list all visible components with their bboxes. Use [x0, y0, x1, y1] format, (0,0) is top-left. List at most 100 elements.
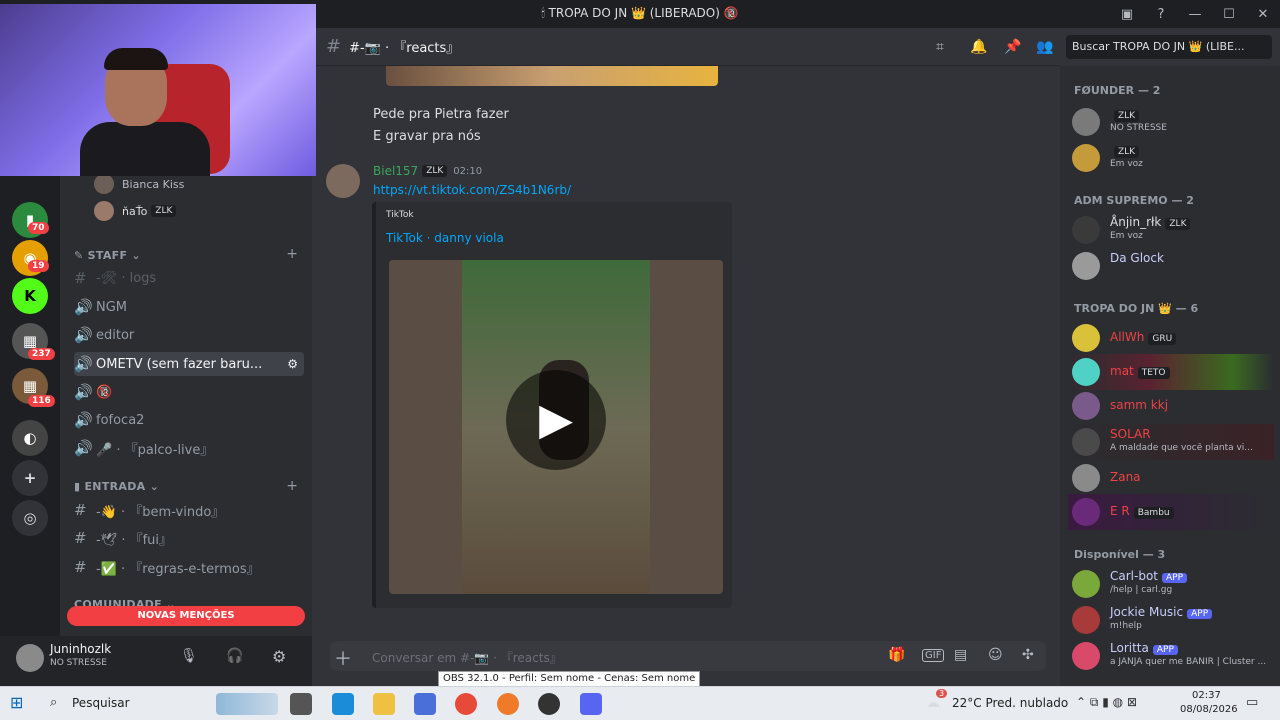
member-item[interactable]: Ånjin_rłk ZLK Em voz	[1068, 212, 1274, 248]
chrome-icon[interactable]	[455, 693, 477, 715]
help-icon[interactable]: ?	[1144, 7, 1178, 22]
category-entrada[interactable]: ▮ ENTRADA ⌄	[74, 480, 159, 493]
member-status: Em voz	[1110, 159, 1143, 169]
channel-item[interactable]: # -🕊 · 『fui』	[74, 526, 304, 550]
member-name: Da Glock	[1110, 251, 1164, 265]
member-item[interactable]: ZLK Em voz	[1068, 140, 1274, 176]
member-status: a JANJA quer me BANIR | Cluster ...	[1110, 657, 1267, 667]
message-composer[interactable]: ＋ Conversar em #-📷 · 『reacts』 🎁 GIF ▤ ☺ …	[330, 641, 1046, 671]
voice-user[interactable]: ňaŤo ZLK	[94, 199, 312, 223]
gif-icon[interactable]: GIF	[922, 649, 945, 662]
clan-tag: ZLK	[151, 205, 177, 217]
server-icon-3[interactable]: ◐	[12, 420, 48, 456]
weather-text[interactable]: 22°C Pred. nublado	[952, 696, 1068, 710]
speaker-icon: 🔊	[74, 298, 93, 316]
search-input[interactable]: Buscar TROPA DO JN 👑 (LIBE...	[1066, 35, 1272, 59]
kick-server-icon[interactable]: K	[12, 278, 48, 314]
member-group-header: Disponível — 3	[1074, 548, 1166, 561]
add-attachment-icon[interactable]: ＋	[334, 645, 352, 671]
new-mentions-banner[interactable]: NOVAS MENÇÕES	[67, 606, 305, 626]
member-item[interactable]: ZLK NO STRESSE	[1068, 104, 1274, 140]
user-status: NO STRESSE	[50, 658, 107, 668]
inbox-icon[interactable]: ▣	[1110, 7, 1144, 22]
close-icon[interactable]: ✕	[1246, 7, 1280, 22]
search-highlight-image	[216, 693, 278, 715]
discord-icon[interactable]	[580, 693, 602, 715]
channel-item[interactable]: # -👋 · 『bem-vindo』	[74, 498, 304, 522]
previous-image[interactable]	[386, 66, 718, 86]
avatar	[1072, 108, 1100, 136]
avatar[interactable]	[16, 644, 44, 672]
bell-icon[interactable]: 🔔	[970, 39, 987, 55]
timestamp: 02:10	[453, 165, 483, 177]
speaker-icon: 🔊	[74, 383, 93, 401]
add-channel-icon[interactable]: +	[286, 246, 298, 262]
pin-icon[interactable]: 📌	[1004, 39, 1021, 55]
member-item[interactable]: AllWh GRU	[1068, 320, 1274, 356]
search-icon[interactable]: ⌕	[50, 695, 57, 710]
channel-item[interactable]: 🔊 fofoca2	[74, 408, 304, 432]
member-item[interactable]: Da Glock	[1068, 248, 1274, 284]
member-item[interactable]: mat TETO	[1068, 354, 1274, 390]
member-status: A maldade que você planta vi...	[1110, 443, 1253, 453]
speaker-icon: 🔊	[74, 326, 93, 344]
minimize-icon[interactable]: —	[1178, 7, 1212, 22]
gift-icon[interactable]: 🎁	[888, 647, 905, 663]
members-icon[interactable]: 👥	[1036, 39, 1053, 55]
add-channel-icon[interactable]: +	[286, 478, 298, 494]
sticker-icon[interactable]: ▤	[954, 647, 967, 663]
notification-icon[interactable]: ▭	[1246, 695, 1258, 710]
channel-item[interactable]: 🔊 🔞	[74, 380, 304, 404]
member-item[interactable]: Zana	[1068, 460, 1274, 496]
channel-item[interactable]: 🔊 NGM	[74, 295, 304, 319]
video-thumbnail[interactable]: ▶	[389, 260, 723, 594]
threads-icon[interactable]: ⌗	[936, 39, 944, 55]
microphone-icon[interactable]: 🎙	[180, 648, 198, 664]
member-name: samm kkj	[1110, 398, 1169, 412]
speaker-icon: 🔊	[74, 439, 93, 457]
member-item[interactable]: Carl-bot APP /help | carl.gg	[1068, 566, 1274, 602]
clock-date[interactable]: 08/08/2026	[1180, 704, 1238, 715]
settings-icon[interactable]: ⚙	[287, 357, 298, 371]
author-name[interactable]: Biel157	[373, 164, 418, 178]
channel-item[interactable]: # -🛠 · logs	[74, 266, 304, 290]
message-link[interactable]: https://vt.tiktok.com/ZS4b1N6rb/	[373, 183, 571, 197]
channel-item[interactable]: # -✅ · 『regras-e-termos』	[74, 555, 304, 579]
member-item[interactable]: samm kkj	[1068, 388, 1274, 424]
member-item[interactable]: Jockie Music APP m!help	[1068, 602, 1274, 638]
member-item[interactable]: SOLAR A maldade que você planta vi...	[1068, 424, 1274, 460]
member-item[interactable]: E R Bambu	[1068, 494, 1274, 530]
discover-icon[interactable]: ◎	[12, 500, 48, 536]
obs-icon[interactable]	[538, 693, 560, 715]
taskbar-search-label[interactable]: Pesquisar	[72, 696, 130, 710]
clock-time[interactable]: 02:37	[1192, 690, 1221, 701]
play-icon[interactable]: ▶	[506, 370, 606, 470]
hash-icon: #	[74, 501, 87, 519]
edge-icon[interactable]	[332, 693, 354, 715]
link-embed: TikTok TikTok · danny viola ▶	[372, 202, 732, 608]
headphones-icon[interactable]: 🎧	[226, 648, 243, 664]
channel-item[interactable]: 🔊 OMETV (sem fazer baru... ⚙	[74, 352, 304, 376]
tray-icons[interactable]: ⌃ ⧉ ▮ ◍ ⊠	[1076, 695, 1137, 710]
maximize-icon[interactable]: ☐	[1212, 7, 1246, 22]
server-badge: 70	[28, 222, 49, 234]
member-name: Zana	[1110, 470, 1141, 484]
file-explorer-icon[interactable]	[373, 693, 395, 715]
windows-start-icon[interactable]: ⊞	[10, 693, 23, 712]
hash-icon: #	[74, 558, 87, 576]
embed-title[interactable]: TikTok · danny viola	[386, 231, 504, 245]
store-icon[interactable]	[414, 693, 436, 715]
channel-item[interactable]: 🔊 🎤 · 『palco-live』	[74, 436, 304, 460]
app-icon[interactable]	[497, 693, 519, 715]
settings-icon[interactable]: ⚙	[272, 647, 286, 666]
add-server-icon[interactable]: +	[12, 460, 48, 496]
member-item[interactable]: Loritta APP a JANJA quer me BANIR | Clust…	[1068, 638, 1274, 674]
obs-tooltip: OBS 32.1.0 - Perfil: Sem nome - Cenas: S…	[438, 671, 701, 687]
category-staff[interactable]: ✎ STAFF ⌄	[74, 249, 141, 262]
channel-item[interactable]: 🔊 editor	[74, 323, 304, 347]
member-name: Ånjin_rłk ZLK	[1110, 215, 1191, 230]
apps-icon[interactable]: ✣	[1022, 647, 1034, 663]
task-view-icon[interactable]	[290, 693, 312, 715]
avatar[interactable]	[326, 164, 360, 198]
emoji-icon[interactable]: ☺	[988, 647, 1003, 663]
